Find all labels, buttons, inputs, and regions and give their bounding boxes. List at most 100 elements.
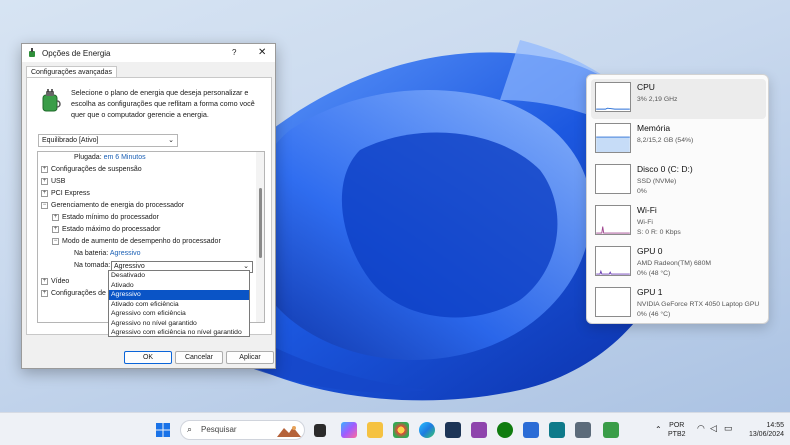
- perf-item-detail: SSD (NVMe) 0%: [637, 177, 676, 197]
- expand-icon[interactable]: +: [41, 189, 48, 197]
- expand-icon[interactable]: +: [52, 213, 59, 221]
- tree-item-label: Configurações de suspensão: [51, 166, 142, 173]
- apply-button[interactable]: Aplicar: [226, 351, 274, 364]
- collapse-icon[interactable]: −: [52, 237, 59, 245]
- search-highlight-icon: [277, 426, 301, 437]
- battery-value-link[interactable]: Agressivo: [110, 250, 141, 257]
- volume-icon[interactable]: ◁: [710, 424, 717, 433]
- plugged-label: Plugada:: [74, 154, 102, 161]
- perf-item-title: GPU 1: [637, 287, 663, 297]
- chevron-up-icon[interactable]: ⌃: [655, 425, 662, 434]
- perf-line1: SSD (NVMe): [637, 178, 677, 185]
- plugged-row: Plugada: em 6 Minutos: [74, 152, 146, 164]
- option-desativado[interactable]: Desativado: [109, 271, 249, 281]
- tree-item-label: Estado mínimo do processador: [62, 214, 159, 221]
- language-indicator[interactable]: POR PTB2: [668, 421, 686, 439]
- tree-item-video[interactable]: + Vídeo: [41, 276, 69, 288]
- app-purple-icon[interactable]: [471, 422, 487, 438]
- tree-item-label: Configurações de t: [51, 290, 110, 297]
- expand-icon[interactable]: +: [41, 277, 48, 285]
- battery-plug-icon: [42, 89, 61, 112]
- tree-scrollbar[interactable]: [256, 152, 264, 322]
- lang-layout: PTB2: [668, 431, 686, 438]
- perf-line1: Wi-Fi: [637, 219, 653, 226]
- chrome-icon[interactable]: [393, 422, 409, 438]
- task-view-icon[interactable]: [314, 424, 326, 437]
- tree-item-processor[interactable]: − Gerenciamento de energia do processador: [41, 200, 184, 212]
- gpu0-graph: [595, 246, 631, 276]
- dialog-title: Opções de Energia: [42, 48, 111, 58]
- perf-item-title: Wi-Fi: [637, 205, 657, 215]
- cube-app-icon[interactable]: [523, 422, 539, 438]
- lang-code: POR: [669, 422, 685, 429]
- tree-item-label: Estado máximo do processador: [62, 226, 161, 233]
- perf-item-gpu1[interactable]: GPU 1 NVIDIA GeForce RTX 4050 Laptop GPU…: [591, 284, 766, 324]
- perf-item-title: CPU: [637, 82, 655, 92]
- xbox-icon[interactable]: [497, 422, 513, 438]
- perf-item-detail: NVIDIA GeForce RTX 4050 Laptop GPU 0% (46…: [637, 300, 759, 320]
- scrollbar-thumb[interactable]: [259, 188, 262, 258]
- cancel-button[interactable]: Cancelar: [175, 351, 223, 364]
- battery-row: Na bateria: Agressivo: [74, 248, 141, 260]
- battery-icon[interactable]: ▭: [724, 424, 733, 433]
- tree-item-pci[interactable]: + PCI Express: [41, 188, 90, 200]
- store-icon[interactable]: [445, 422, 461, 438]
- task-manager-panel: CPU 3% 2,19 GHz Memória 8,2/15,2 GB (54%…: [586, 74, 769, 324]
- expand-icon[interactable]: +: [41, 177, 48, 185]
- perf-item-gpu0[interactable]: GPU 0 AMD Radeon(TM) 680M 0% (48 °C): [591, 243, 766, 283]
- tree-item-max-state[interactable]: + Estado máximo do processador: [52, 224, 160, 236]
- tree-item-label: USB: [51, 178, 66, 185]
- clock[interactable]: 14:55 13/06/2024: [744, 421, 784, 439]
- option-agressivo[interactable]: Agressivo: [109, 290, 249, 300]
- tree-item-usb[interactable]: + USB: [41, 176, 65, 188]
- perf-item-title: GPU 0: [637, 246, 663, 256]
- file-explorer-icon[interactable]: [367, 422, 383, 438]
- close-button[interactable]: ✕: [258, 47, 266, 58]
- perf-item-cpu[interactable]: CPU 3% 2,19 GHz: [591, 79, 766, 119]
- ok-button[interactable]: OK: [124, 351, 172, 364]
- option-agressivo-garantido[interactable]: Agressivo no nível garantido: [109, 319, 249, 329]
- tab-bar: Configurações avançadas: [22, 62, 275, 79]
- option-ativado[interactable]: Ativado: [109, 281, 249, 291]
- perf-line1: NVIDIA GeForce RTX 4050 Laptop GPU: [637, 301, 760, 308]
- perf-item-title: Memória: [637, 123, 671, 133]
- copilot-icon[interactable]: [341, 422, 357, 438]
- tree-item-label: Vídeo: [51, 278, 70, 285]
- dialog-titlebar: Opções de Energia ? ✕: [22, 44, 275, 62]
- cpu-graph: [595, 82, 631, 112]
- perf-line1: AMD Radeon(TM) 680M: [637, 260, 712, 267]
- disk-graph: [595, 164, 631, 194]
- power-plan-value: Equilibrado [Ativo]: [42, 137, 99, 144]
- perf-item-memory[interactable]: Memória 8,2/15,2 GB (54%): [591, 120, 766, 160]
- expand-icon[interactable]: +: [41, 289, 48, 297]
- boost-options-list[interactable]: Desativado Ativado Agressivo Ativado com…: [108, 270, 250, 337]
- windows-start-icon[interactable]: [155, 422, 171, 438]
- option-ativado-eficiencia[interactable]: Ativado com eficiência: [109, 300, 249, 310]
- edge-icon[interactable]: [419, 422, 435, 438]
- perf-item-disk[interactable]: Disco 0 (C: D:) SSD (NVMe) 0%: [591, 161, 766, 201]
- tree-item-boost-mode[interactable]: − Modo de aumento de desempenho do proces…: [52, 236, 221, 248]
- tree-item-min-state[interactable]: + Estado mínimo do processador: [52, 212, 159, 224]
- expand-icon[interactable]: +: [52, 225, 59, 233]
- power-plan-select[interactable]: Equilibrado [Ativo] ⌄: [38, 134, 178, 147]
- tree-item-label: PCI Express: [51, 190, 90, 197]
- gpu1-graph: [595, 287, 631, 317]
- clock-time: 14:55: [766, 422, 784, 429]
- expand-icon[interactable]: +: [41, 165, 48, 173]
- power-options-taskbar-icon[interactable]: [603, 422, 619, 438]
- power-options-icon: [29, 48, 35, 57]
- option-agressivo-eficiencia-garantido[interactable]: Agressivo com eficiência no nível garant…: [109, 328, 249, 338]
- help-button[interactable]: ?: [232, 48, 236, 57]
- search-placeholder: Pesquisar: [201, 425, 237, 434]
- collapse-icon[interactable]: −: [41, 201, 48, 209]
- plugged-value-link[interactable]: em 6 Minutos: [104, 154, 146, 161]
- photos-icon[interactable]: [549, 422, 565, 438]
- tree-item-suspend[interactable]: + Configurações de suspensão: [41, 164, 142, 176]
- tree-item-config[interactable]: + Configurações de t: [41, 288, 110, 300]
- perf-item-wifi[interactable]: Wi-Fi Wi-Fi S: 0 R: 0 Kbps: [591, 202, 766, 242]
- settings-icon[interactable]: [575, 422, 591, 438]
- wifi-icon[interactable]: ◠: [697, 424, 705, 433]
- option-agressivo-eficiencia[interactable]: Agressivo com eficiência: [109, 309, 249, 319]
- taskbar-search[interactable]: ⌕ Pesquisar: [180, 420, 305, 440]
- tree-item-label: Modo de aumento de desempenho do process…: [62, 238, 221, 245]
